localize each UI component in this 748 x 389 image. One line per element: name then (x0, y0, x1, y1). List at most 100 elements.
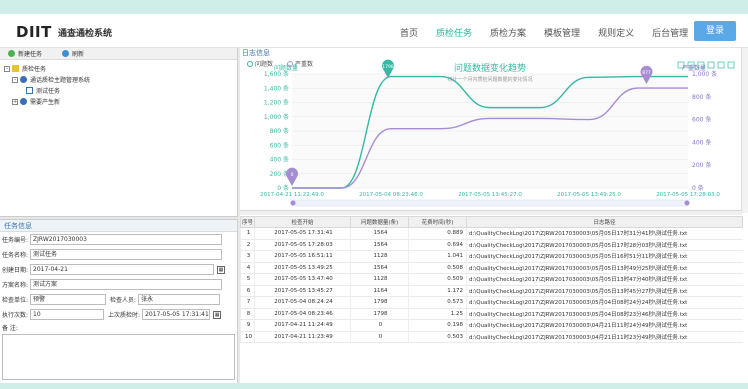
new-task-button[interactable]: 新建任务 (8, 49, 42, 58)
table-row[interactable]: 9 2017-04-21 11:24:49 0 0.198 d:\QualityChec… (240, 319, 743, 332)
x-tick: 2017-05-04 08:23:46.0 (359, 192, 423, 198)
runs-label: 执行次数: (2, 312, 29, 319)
task-info-panel: 任务信息 任务编号: ZJRW2017030003 任务名称: 测试任务 创建日… (0, 220, 238, 383)
unit-field[interactable]: 预警 (30, 294, 107, 305)
cell-start: 2017-05-05 16:51:11 (254, 250, 351, 263)
tree-leaf-label: 测试任务 (36, 88, 61, 95)
tree-root[interactable]: - 质检任务 (4, 63, 237, 74)
y-tick-right: 200 条 (692, 161, 711, 169)
cell-start: 2017-05-05 13:45:27 (254, 285, 351, 297)
tree-node-1[interactable]: - 通话质检主题管理系统 (4, 74, 237, 85)
tree-leaf[interactable]: 测试任务 (4, 85, 237, 96)
col-path[interactable]: 日志路径 (466, 216, 743, 228)
cell-count: 1128 (350, 250, 409, 263)
add-icon (8, 50, 15, 57)
refresh-label: 刷新 (72, 51, 85, 58)
cell-path: d:\QualityCheckLog\2017\ZJRW2017030003\0… (466, 285, 743, 297)
vertical-scrollbar[interactable] (741, 48, 748, 213)
checker-field[interactable]: 张永 (138, 294, 221, 305)
nav-rules[interactable]: 规则定义 (598, 26, 634, 39)
tree-node-2[interactable]: + 需要产生新 (4, 96, 237, 107)
created-field[interactable]: 2017-04-21 (30, 264, 215, 275)
last-label: 上次质检时: (108, 312, 141, 319)
cell-time: 0.573 (408, 296, 467, 309)
cell-start: 2017-05-04 08:23:46 (254, 308, 351, 320)
nav-admin[interactable]: 后台管理 (652, 26, 688, 39)
cell-path: d:\QualityCheckLog\2017\ZJRW2017030003\0… (466, 296, 743, 309)
cell-count: 1564 (350, 262, 409, 274)
cell-no: 3 (240, 250, 255, 263)
table-row[interactable]: 6 2017-05-05 13:45:27 1164 1.172 d:\QualityC… (240, 285, 743, 297)
expand-icon[interactable]: + (12, 98, 18, 105)
login-button[interactable]: 登录 (694, 21, 736, 41)
tree-root-label: 质检任务 (22, 66, 47, 73)
cell-no: 2 (240, 239, 255, 251)
cell-time: 0.198 (408, 319, 467, 332)
task-name-field[interactable]: 测试任务 (30, 249, 223, 260)
y-tick-right: 600 条 (692, 116, 711, 124)
app-name: 通查通检系统 (58, 29, 113, 39)
gear-icon (20, 76, 27, 83)
col-count[interactable]: 问题数据量(条) (350, 216, 409, 228)
col-time[interactable]: 花费时间(秒) (408, 216, 467, 228)
collapse-icon[interactable]: - (12, 76, 18, 83)
last-field[interactable]: 2017-05-05 17:31:41 (142, 309, 211, 320)
table-row[interactable]: 5 2017-05-05 13:47:40 1128 0.509 d:\QualityC… (240, 273, 743, 286)
table-row[interactable]: 7 2017-05-04 08:24:24 1798 0.573 d:\QualityC… (240, 296, 743, 309)
table-row[interactable]: 1 2017-05-05 17:31:41 1564 0.889 d:\QualityC… (240, 227, 743, 240)
gear-icon (20, 98, 27, 105)
y-tick-left: 800 条 (270, 127, 289, 135)
nav-qc-task[interactable]: 质检任务 (436, 26, 472, 39)
checker-label: 检查人员: (110, 297, 137, 304)
x-tick: 2017-05-05 17:28:03.0 (656, 192, 720, 198)
log-table: 序号 检查开始 问题数据量(条) 花费时间(秒) 日志路径 1 2017-05-0… (240, 216, 743, 343)
table-row[interactable]: 4 2017-05-05 13:49:25 1564 0.508 d:\QualityC… (240, 262, 743, 274)
cell-no: 5 (240, 273, 255, 286)
folder-icon (12, 65, 19, 72)
cell-start: 2017-04-21 11:23:49 (254, 331, 351, 343)
calendar-icon[interactable]: ▦ (213, 310, 222, 319)
collapse-icon[interactable]: - (4, 65, 10, 72)
cell-time: 0.508 (408, 262, 467, 274)
cell-no: 1 (240, 227, 255, 240)
cell-path: d:\QualityCheckLog\2017\ZJRW2017030003\0… (466, 273, 743, 286)
nav-template[interactable]: 模板管理 (544, 26, 580, 39)
col-no[interactable]: 序号 (240, 216, 255, 228)
remark-field[interactable] (2, 334, 235, 380)
trend-chart: 0 条 200 条 400 条 600 条 800 条 1,000 条 1,200 条 1,4… (240, 58, 742, 208)
x-tick: 2017-05-05 13:49:25.0 (557, 192, 621, 198)
table-row[interactable]: 3 2017-05-05 16:51:11 1128 1.041 d:\QualityC… (240, 250, 743, 263)
logo-text: DIIT (16, 23, 52, 41)
cell-time: 1.25 (408, 308, 467, 320)
cell-path: d:\QualityCheckLog\2017\ZJRW2017030003\0… (466, 239, 743, 251)
table-row[interactable]: 8 2017-05-04 08:23:46 1798 1.25 d:\QualityCh… (240, 308, 743, 320)
zoom-handle-left (290, 200, 296, 206)
task-name-label: 任务名称: (2, 252, 29, 259)
cell-count: 1798 (350, 296, 409, 309)
col-start[interactable]: 检查开始 (254, 216, 351, 228)
main-nav: 首页 质检任务 质检方案 模板管理 规则定义 后台管理 (400, 26, 706, 39)
runs-field[interactable]: 10 (30, 309, 105, 320)
table-header-row: 序号 检查开始 问题数据量(条) 花费时间(秒) 日志路径 (240, 216, 743, 228)
legend-marker-1 (247, 61, 253, 67)
cell-no: 7 (240, 296, 255, 309)
calendar-icon[interactable]: ▦ (217, 265, 226, 274)
table-row[interactable]: 2 2017-05-05 17:28:03 1564 0.694 d:\QualityC… (240, 239, 743, 251)
tree-node-2-label: 需要产生新 (30, 99, 61, 106)
tree-node-1-label: 通话质检主题管理系统 (30, 77, 91, 84)
header: DIIT 通查通检系统 首页 质检任务 质检方案 模板管理 规则定义 后台管理 … (0, 14, 748, 48)
nav-qc-plan[interactable]: 质检方案 (490, 26, 526, 39)
cell-path: d:\QualityCheckLog\2017\ZJRW2017030003\0… (466, 308, 743, 320)
cell-time: 1.172 (408, 285, 467, 297)
plan-field[interactable]: 测试方案 (30, 279, 223, 290)
tree-toolbar: 新建任务 刷新 (0, 48, 237, 60)
chart-table-splitter[interactable] (240, 210, 742, 215)
refresh-button[interactable]: 刷新 (62, 49, 84, 58)
table-row[interactable]: 10 2017-04-21 11:23:49 0 0.503 d:\QualityChe… (240, 331, 743, 343)
chart-subtitle: 统计一个月内质检问题数据的变化情况 (447, 76, 532, 83)
refresh-icon (62, 50, 70, 57)
cell-count: 0 (350, 331, 409, 343)
task-tree: - 质检任务 - 通话质检主题管理系统 测试任务 + 需要产生新 (0, 60, 237, 107)
nav-home[interactable]: 首页 (400, 26, 418, 39)
task-no-field[interactable]: ZJRW2017030003 (30, 234, 223, 245)
